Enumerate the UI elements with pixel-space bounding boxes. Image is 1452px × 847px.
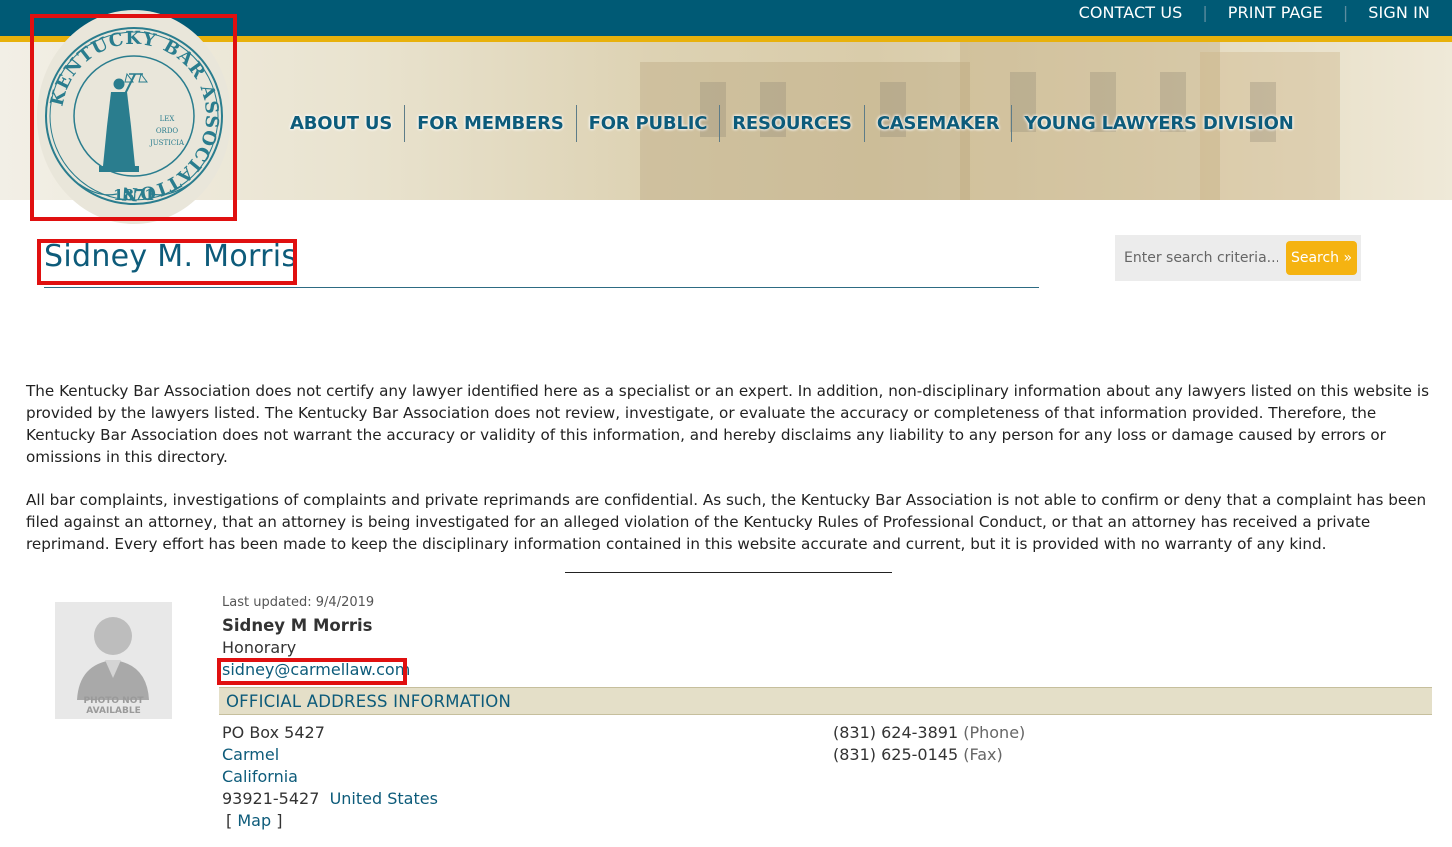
search-input[interactable]	[1118, 243, 1278, 273]
phone-number-row: (831) 624-3891 (Phone)	[833, 723, 1025, 742]
sign-in-link[interactable]: SIGN IN	[1368, 3, 1430, 22]
contact-us-link[interactable]: CONTACT US	[1079, 3, 1183, 22]
nav-for-public[interactable]: FOR PUBLIC	[577, 105, 720, 142]
main-navigation: ABOUT US FOR MEMBERS FOR PUBLIC RESOURCE…	[278, 105, 1306, 142]
map-bracket-open: [	[226, 811, 233, 830]
address-line1: PO Box 5427	[222, 723, 325, 742]
address-state-link[interactable]: California	[222, 767, 298, 786]
print-page-link[interactable]: PRINT PAGE	[1228, 3, 1323, 22]
photo-not-available-caption: PHOTO NOT AVAILABLE	[83, 696, 144, 716]
nav-for-members[interactable]: FOR MEMBERS	[405, 105, 576, 142]
email-highlight-box	[217, 658, 407, 685]
section-divider	[565, 572, 892, 573]
fax-number-row: (831) 625-0145 (Fax)	[833, 745, 1003, 764]
official-address-heading: OFFICIAL ADDRESS INFORMATION	[226, 692, 511, 711]
official-address-header: OFFICIAL ADDRESS INFORMATION	[219, 687, 1432, 715]
profile-photo-placeholder: PHOTO NOT AVAILABLE	[55, 602, 172, 719]
address-zip-country: 93921-5427 United States	[222, 789, 438, 808]
nav-resources[interactable]: RESOURCES	[720, 105, 864, 142]
map-link-wrapper: [ Map ]	[226, 811, 282, 830]
nav-casemaker[interactable]: CASEMAKER	[865, 105, 1012, 142]
last-updated: Last updated: 9/4/2019	[222, 595, 375, 610]
utility-nav: CONTACT US | PRINT PAGE | SIGN IN	[1079, 3, 1430, 22]
search-button[interactable]: Search »	[1286, 241, 1357, 275]
lawyer-name: Sidney M Morris	[222, 616, 373, 635]
map-link[interactable]: Map	[237, 811, 271, 830]
phone-kind-label: (Phone)	[963, 723, 1026, 742]
address-city-link[interactable]: Carmel	[222, 745, 279, 764]
disclaimer-specialist: The Kentucky Bar Association does not ce…	[26, 382, 1429, 466]
title-highlight-box	[37, 239, 297, 285]
membership-status: Honorary	[222, 638, 297, 657]
address-country-link[interactable]: United States	[330, 789, 438, 808]
nav-young-lawyers-division[interactable]: YOUNG LAWYERS DIVISION	[1012, 105, 1305, 142]
utility-separator: |	[1202, 3, 1208, 22]
map-bracket-close: ]	[276, 811, 283, 830]
address-zip: 93921-5427	[222, 789, 320, 808]
nav-about-us[interactable]: ABOUT US	[278, 105, 404, 142]
phone-number[interactable]: (831) 624-3891	[833, 723, 958, 742]
fax-kind-label: (Fax)	[963, 745, 1003, 764]
fax-number: (831) 625-0145	[833, 745, 959, 764]
logo-highlight-box	[30, 14, 237, 221]
disclaimer-confidential: All bar complaints, investigations of co…	[26, 491, 1427, 553]
title-underline	[44, 287, 1039, 288]
utility-separator: |	[1342, 3, 1349, 22]
